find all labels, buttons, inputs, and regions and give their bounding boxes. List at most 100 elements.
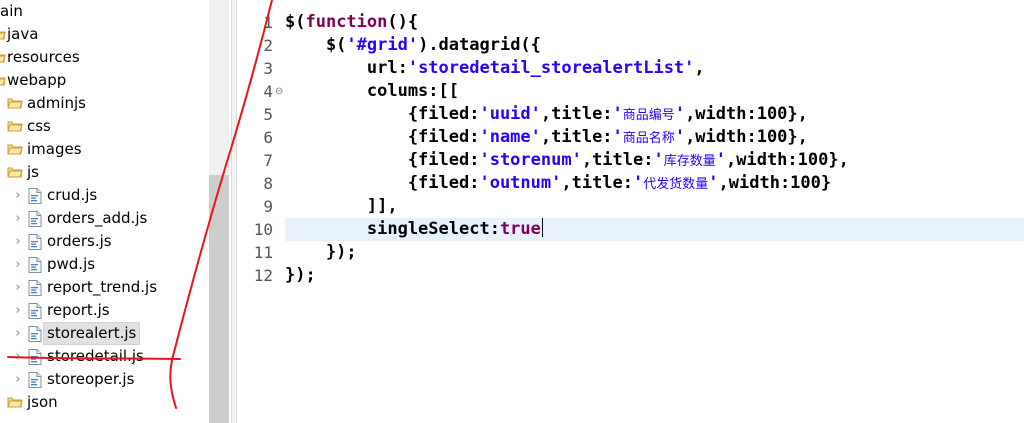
code-line[interactable]: {filed:'name',title:'商品名称',width:100}, — [285, 126, 1024, 149]
code-token-plain: ]], — [285, 196, 398, 216]
folder-icon — [7, 92, 25, 115]
code-token-string: 商品编号 — [622, 108, 675, 123]
tree-item-label: storeoper.js — [47, 370, 135, 388]
tree-item-label: report_trend.js — [47, 278, 158, 296]
code-line[interactable]: {filed:'storenum',title:'库存数量',width:100… — [285, 149, 1024, 172]
tree-item-label: images — [27, 140, 82, 158]
tree-item-label: storealert.js — [43, 322, 141, 345]
code-token-string: ' — [612, 127, 623, 147]
code-line[interactable]: {filed:'outnum',title:'代发货数量',width:100} — [285, 172, 1024, 195]
code-line[interactable]: colums:[[ — [285, 80, 1024, 103]
tree-item-file[interactable]: › storedetail.js — [0, 345, 209, 368]
code-line[interactable]: url:'storedetail_storealertList', — [285, 57, 1024, 80]
code-token-string: '#grid' — [346, 35, 419, 55]
line-number: 8 — [263, 174, 273, 193]
folder-icon — [7, 391, 25, 414]
line-number: 7 — [263, 151, 273, 170]
explorer-scrollbar-thumb[interactable] — [209, 175, 229, 423]
code-token-plain: }); — [285, 242, 357, 262]
tree-item-label: orders_add.js — [47, 209, 148, 227]
tree-item-file[interactable]: › report.js — [0, 299, 209, 322]
code-line[interactable]: singleSelect:true — [285, 218, 1024, 241]
code-line[interactable]: $(function(){ — [285, 11, 1024, 34]
expand-chevron-icon[interactable]: › — [12, 322, 24, 345]
tree-item-folder[interactable]: css — [0, 115, 209, 138]
tree-item-label: java — [7, 25, 39, 43]
code-line[interactable]: }); — [285, 241, 1024, 264]
tree-item-file[interactable]: › orders.js — [0, 230, 209, 253]
code-token-string: 商品名称 — [622, 131, 675, 146]
js-file-icon — [28, 345, 46, 368]
code-token-string: ' — [715, 150, 726, 170]
eclipse-workbench: ain java resources webapp adminjs css images js… — [0, 0, 1024, 423]
tree-item-label: resources — [7, 48, 80, 66]
tree-item-file[interactable]: › storealert.js — [0, 322, 209, 345]
code-token-plain: ,title: — [540, 127, 613, 147]
tree-item-label: webapp — [7, 71, 67, 89]
js-file-icon — [28, 368, 46, 391]
line-number: 5 — [263, 105, 273, 124]
code-token-plain: ,width:100} — [718, 173, 832, 193]
js-file-icon — [28, 299, 46, 322]
folder-icon — [7, 115, 25, 138]
folder-icon — [7, 138, 25, 161]
tree-item-label: report.js — [47, 301, 110, 319]
tree-item-label: storedetail.js — [47, 347, 144, 365]
code-token-plain: ,title: — [561, 173, 634, 193]
code-token-plain: colums:[[ — [285, 81, 459, 101]
project-explorer: ain java resources webapp adminjs css images js… — [0, 0, 231, 423]
code-token-string: ' — [708, 173, 719, 193]
code-line[interactable]: }); — [285, 264, 1024, 287]
code-token-string: ' — [653, 150, 664, 170]
line-number-gutter: 1 2 3 4 ⊖ 5 6 7 8 9 10 11 12 — [251, 0, 287, 423]
expand-chevron-icon[interactable]: › — [12, 184, 24, 207]
tree-item-label: crud.js — [47, 186, 98, 204]
tree-item-folder[interactable]: js — [0, 161, 209, 184]
js-file-icon — [28, 184, 46, 207]
tree-item-folder[interactable]: resources — [0, 46, 209, 69]
code-token-plain: , — [694, 58, 705, 78]
code-token-string: ' — [674, 104, 686, 124]
tree-item-label: json — [27, 393, 58, 411]
tree-item-folder[interactable]: java — [0, 23, 209, 46]
expand-chevron-icon[interactable]: › — [12, 345, 24, 368]
line-number: 3 — [263, 59, 273, 78]
code-line[interactable]: ]], — [285, 195, 1024, 218]
expand-chevron-icon[interactable]: › — [12, 207, 24, 230]
code-token-plain: ,title: — [540, 104, 613, 124]
tree-item-folder[interactable]: json — [0, 391, 209, 414]
expand-chevron-icon[interactable]: › — [12, 253, 24, 276]
expand-chevron-icon[interactable]: › — [12, 299, 24, 322]
line-number: 6 — [263, 128, 273, 147]
tree-item-folder[interactable]: adminjs — [0, 92, 209, 115]
expand-chevron-icon[interactable]: › — [12, 230, 24, 253]
js-file-icon — [28, 276, 46, 299]
code-token-keyword: true — [499, 219, 541, 239]
tree-item-file[interactable]: › pwd.js — [0, 253, 209, 276]
code-editor[interactable]: 1 2 3 4 ⊖ 5 6 7 8 9 10 11 12 $(function(){ $('#grid'… — [237, 0, 1024, 423]
explorer-scrollbar[interactable] — [209, 0, 229, 423]
line-number: 12 — [253, 266, 273, 285]
expand-chevron-icon[interactable]: › — [12, 276, 24, 299]
line-number: 9 — [263, 197, 273, 216]
code-line[interactable]: $('#grid').datagrid({ — [285, 34, 1024, 57]
line-number: 10 — [253, 220, 273, 239]
code-token-string: 库存数量 — [663, 154, 716, 169]
fold-collapse-icon[interactable]: ⊖ — [275, 80, 285, 103]
code-token-string: 代发货数量 — [643, 177, 709, 192]
code-token-plain: ,title: — [581, 150, 654, 170]
tree-item-folder[interactable]: ain — [0, 0, 209, 23]
tree-item-folder[interactable]: images — [0, 138, 209, 161]
tree-item-file[interactable]: › storeoper.js — [0, 368, 209, 391]
tree-item-folder[interactable]: webapp — [0, 69, 209, 92]
line-number: 4 — [263, 82, 273, 101]
code-token-plain: $( — [285, 12, 306, 32]
code-token-plain: {filed: — [285, 104, 480, 124]
expand-chevron-icon[interactable]: › — [12, 368, 24, 391]
code-line[interactable]: {filed:'uuid',title:'商品编号',width:100}, — [285, 103, 1024, 126]
code-token-string: 'outnum' — [479, 173, 562, 193]
tree-item-file[interactable]: › orders_add.js — [0, 207, 209, 230]
code-token-plain: ,width:100}, — [685, 104, 808, 124]
tree-item-file[interactable]: › report_trend.js — [0, 276, 209, 299]
tree-item-file[interactable]: › crud.js — [0, 184, 209, 207]
